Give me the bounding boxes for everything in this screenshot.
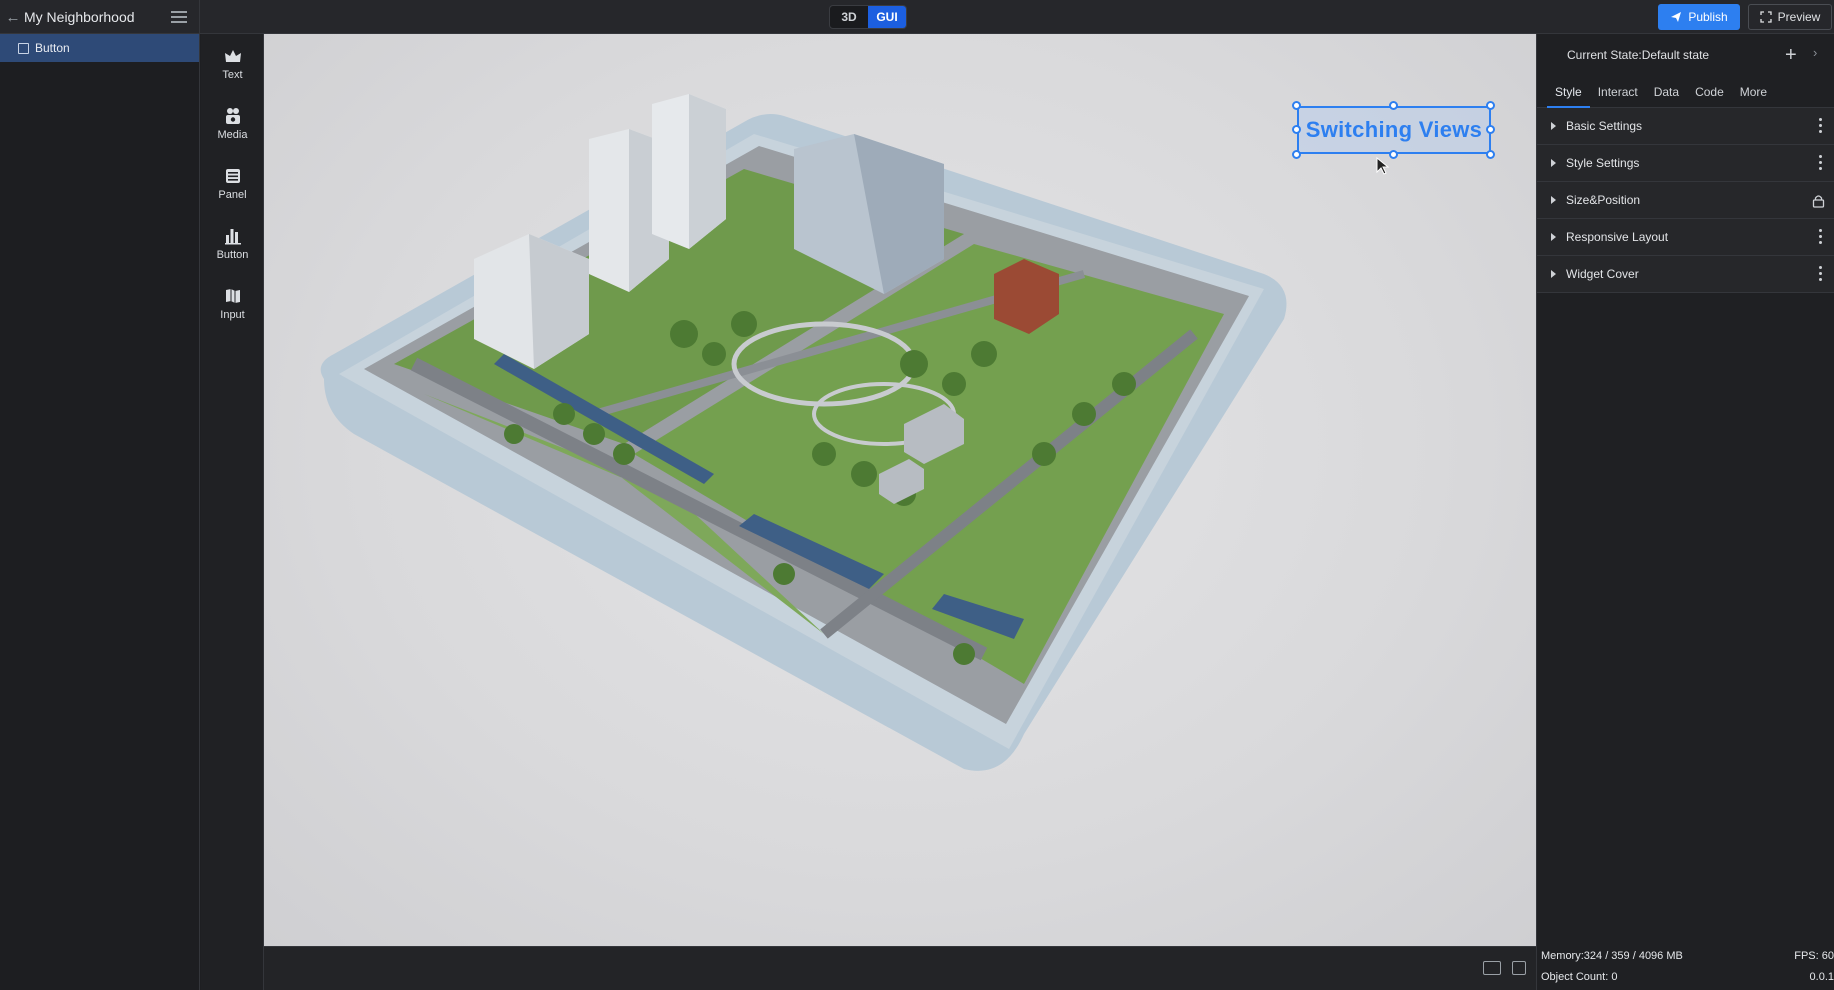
widget-input[interactable]: Input: [201, 274, 264, 334]
layer-item-label: Button: [35, 41, 70, 55]
object-count-readout: Object Count: 0: [1541, 971, 1618, 983]
preview-button[interactable]: Preview: [1748, 4, 1832, 30]
widget-label: Input: [220, 309, 245, 321]
expand-triangle-icon: [1551, 159, 1556, 167]
mouse-cursor-icon: [1376, 157, 1390, 175]
widget-label: Panel: [218, 189, 247, 201]
section-label: Widget Cover: [1566, 267, 1639, 281]
switching-views-button[interactable]: Switching Views: [1297, 106, 1491, 154]
inspector-panel: Current State:Default state + › Style In…: [1536, 34, 1834, 946]
terminal-icon[interactable]: [1512, 961, 1526, 975]
status-bar: Memory:324 / 359 / 4096 MB FPS: 60 Objec…: [1536, 946, 1834, 990]
resize-handle-sw[interactable]: [1292, 150, 1301, 159]
project-name: My Neighborhood: [24, 9, 135, 25]
widget-text[interactable]: Text: [201, 34, 264, 94]
section-label: Style Settings: [1566, 156, 1640, 170]
tab-interact[interactable]: Interact: [1590, 76, 1646, 107]
section-label: Responsive Layout: [1566, 230, 1669, 244]
layer-panel: Button: [0, 34, 200, 990]
widget-label: Button: [216, 249, 249, 261]
mode-3d-button[interactable]: 3D: [830, 6, 868, 28]
scene-viewport[interactable]: Switching Views: [264, 34, 1536, 946]
publish-button[interactable]: Publish: [1658, 4, 1740, 30]
project-header: ← My Neighborhood: [0, 0, 200, 34]
resize-handle-nw[interactable]: [1292, 101, 1301, 110]
top-bar: ← My Neighborhood 3D GUI Publish Preview: [0, 0, 1834, 34]
current-state-label: Current State:Default state: [1567, 48, 1710, 62]
section-label: Basic Settings: [1566, 119, 1643, 133]
keyboard-icon[interactable]: [1483, 961, 1501, 975]
publish-label: Publish: [1688, 10, 1728, 24]
section-responsive-layout[interactable]: Responsive Layout: [1537, 219, 1834, 256]
section-label: Size&Position: [1566, 193, 1641, 207]
preview-label: Preview: [1777, 10, 1821, 24]
panel-widget-icon: [225, 169, 240, 183]
button-layer-icon: [18, 42, 29, 54]
section-style-settings[interactable]: Style Settings: [1537, 145, 1834, 182]
section-basic-settings[interactable]: Basic Settings: [1537, 108, 1834, 145]
chevron-right-icon[interactable]: ›: [1813, 45, 1817, 60]
tab-more[interactable]: More: [1732, 76, 1775, 107]
viewport-bottom-bar: [264, 946, 1536, 990]
send-icon: [1671, 12, 1682, 22]
media-widget-icon: [225, 108, 240, 124]
widget-label: Text: [222, 69, 243, 81]
expand-triangle-icon: [1551, 270, 1556, 278]
mode-gui-button[interactable]: GUI: [868, 6, 906, 28]
fps-readout: FPS: 60: [1794, 950, 1834, 962]
memory-readout: Memory:324 / 359 / 4096 MB: [1541, 950, 1683, 962]
add-state-icon[interactable]: +: [1785, 44, 1797, 67]
more-icon[interactable]: [1819, 229, 1822, 247]
section-widget-cover[interactable]: Widget Cover: [1537, 256, 1834, 293]
fullscreen-icon: [1760, 11, 1772, 23]
resize-handle-s[interactable]: [1389, 150, 1398, 159]
view-mode-toggle: 3D GUI: [829, 5, 907, 29]
tab-style[interactable]: Style: [1547, 76, 1590, 108]
version-readout: 0.0.1: [1809, 971, 1834, 983]
back-arrow-icon[interactable]: ←: [2, 9, 24, 26]
current-state-row: Current State:Default state + ›: [1537, 34, 1834, 76]
button-widget-icon: [224, 229, 241, 245]
expand-triangle-icon: [1551, 196, 1556, 204]
tab-code[interactable]: Code: [1687, 76, 1732, 107]
more-icon[interactable]: [1819, 266, 1822, 284]
hamburger-menu-icon[interactable]: [171, 8, 187, 26]
resize-handle-w[interactable]: [1292, 125, 1301, 134]
layer-item-button[interactable]: Button: [0, 34, 199, 62]
more-icon[interactable]: [1819, 155, 1822, 173]
resize-handle-n[interactable]: [1389, 101, 1398, 110]
neighborhood-3d-scene: [320, 94, 1287, 771]
expand-triangle-icon: [1551, 122, 1556, 130]
input-widget-icon: [225, 289, 240, 303]
widget-panel[interactable]: Panel: [201, 154, 264, 214]
widget-label: Media: [217, 129, 248, 141]
resize-handle-se[interactable]: [1486, 150, 1495, 159]
text-widget-icon: [224, 50, 241, 62]
widget-media[interactable]: Media: [201, 94, 264, 154]
expand-triangle-icon: [1551, 233, 1556, 241]
resize-handle-e[interactable]: [1486, 125, 1495, 134]
more-icon[interactable]: [1819, 118, 1822, 136]
widget-toolbar: Text Media Panel Button Input: [201, 34, 264, 990]
switching-views-label: Switching Views: [1305, 117, 1483, 142]
inspector-tabs: Style Interact Data Code More: [1537, 76, 1834, 108]
resize-handle-ne[interactable]: [1486, 101, 1495, 110]
widget-button[interactable]: Button: [201, 214, 264, 274]
lock-icon[interactable]: [1812, 194, 1825, 208]
tab-data[interactable]: Data: [1646, 76, 1687, 107]
section-size-position[interactable]: Size&Position: [1537, 182, 1834, 219]
